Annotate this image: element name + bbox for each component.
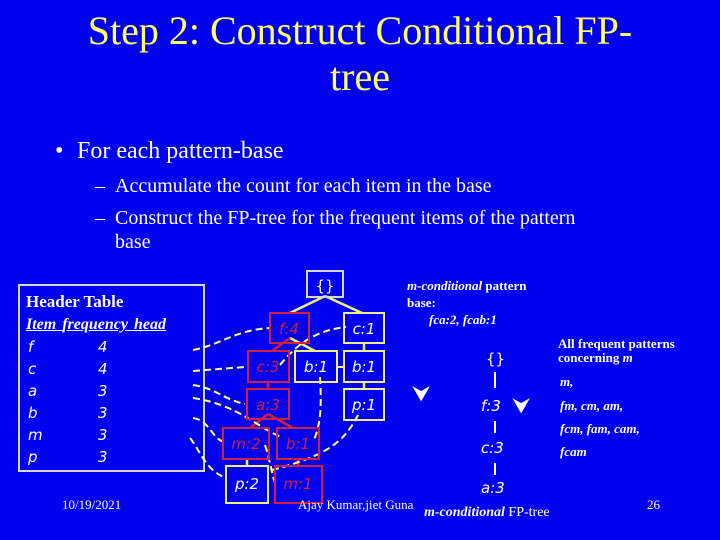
node-label-m2: m:2 xyxy=(231,435,260,453)
cond-edge xyxy=(494,463,496,475)
cpb-label-rest: pattern xyxy=(482,278,527,293)
footer-page-number: 26 xyxy=(647,497,660,512)
node-label-m1: m:1 xyxy=(283,475,312,493)
down-arrow-icon: ⮟ xyxy=(412,382,431,407)
link-p xyxy=(189,437,227,479)
caption-rest: FP-tree xyxy=(504,505,550,520)
fp-line: fcm, fam, cam, xyxy=(560,421,640,436)
footer-author: Ajay Kumar,jiet Guna xyxy=(298,497,414,512)
cond-edge xyxy=(494,421,496,433)
footer-date: 10/19/2021 xyxy=(62,497,122,512)
edge-f4-b1 xyxy=(289,336,316,353)
node-label-b1a: b:1 xyxy=(304,358,328,376)
cond-node-a3: a:3 xyxy=(481,479,505,497)
caption-italic: m-conditional xyxy=(424,505,505,520)
node-label-p2: p:2 xyxy=(234,475,259,493)
fp-line: fm, cm, am, xyxy=(560,398,624,413)
conditional-pattern-base: m-conditional pattern base: fca:2, fcab:… xyxy=(407,277,567,328)
fp-heading-item: m xyxy=(622,350,633,365)
cond-node-c3: c:3 xyxy=(481,439,504,457)
cond-edge xyxy=(494,372,496,388)
link-f xyxy=(192,327,271,351)
node-label-c3: c:3 xyxy=(257,358,280,376)
link-m xyxy=(192,417,226,443)
cond-root-label: {} xyxy=(486,350,506,368)
fp-heading-line1: All frequent patterns xyxy=(558,336,675,351)
cond-node-f3: f:3 xyxy=(481,397,501,415)
node-label-b1b: b:1 xyxy=(352,358,376,376)
node-label-c1: c:1 xyxy=(353,320,376,338)
fp-heading-line2: concerning xyxy=(558,350,623,365)
node-label-b1c: b:1 xyxy=(286,435,310,453)
root-node-label: {} xyxy=(315,277,334,295)
edge-root-c1 xyxy=(324,294,363,315)
fp-tree-diagram: {} f:4 c:1 c:3 b:1 b:1 a:3 p:1 m:2 b:1 p… xyxy=(189,270,385,504)
cpb-label-line2: base: xyxy=(407,295,436,310)
link-c xyxy=(192,366,246,372)
edge-root-f4 xyxy=(289,294,326,315)
node-label-f4: f:4 xyxy=(279,320,299,338)
down-arrow-icon: ⮟ xyxy=(512,394,531,419)
node-label-a3: a:3 xyxy=(256,396,280,414)
node-label-p1: p:1 xyxy=(351,396,376,414)
link-a xyxy=(192,384,246,405)
cpb-label-italic: m-conditional xyxy=(407,278,483,293)
cond-tree-caption: m-conditional FP-tree xyxy=(424,505,550,521)
fp-line: m, xyxy=(560,374,574,389)
frequent-patterns-heading: All frequent patterns concerning m xyxy=(558,337,675,365)
cpb-values: fca:2, fcab:1 xyxy=(429,312,497,327)
edge-f4-c3 xyxy=(271,336,291,353)
fp-line: fcam xyxy=(560,444,587,459)
